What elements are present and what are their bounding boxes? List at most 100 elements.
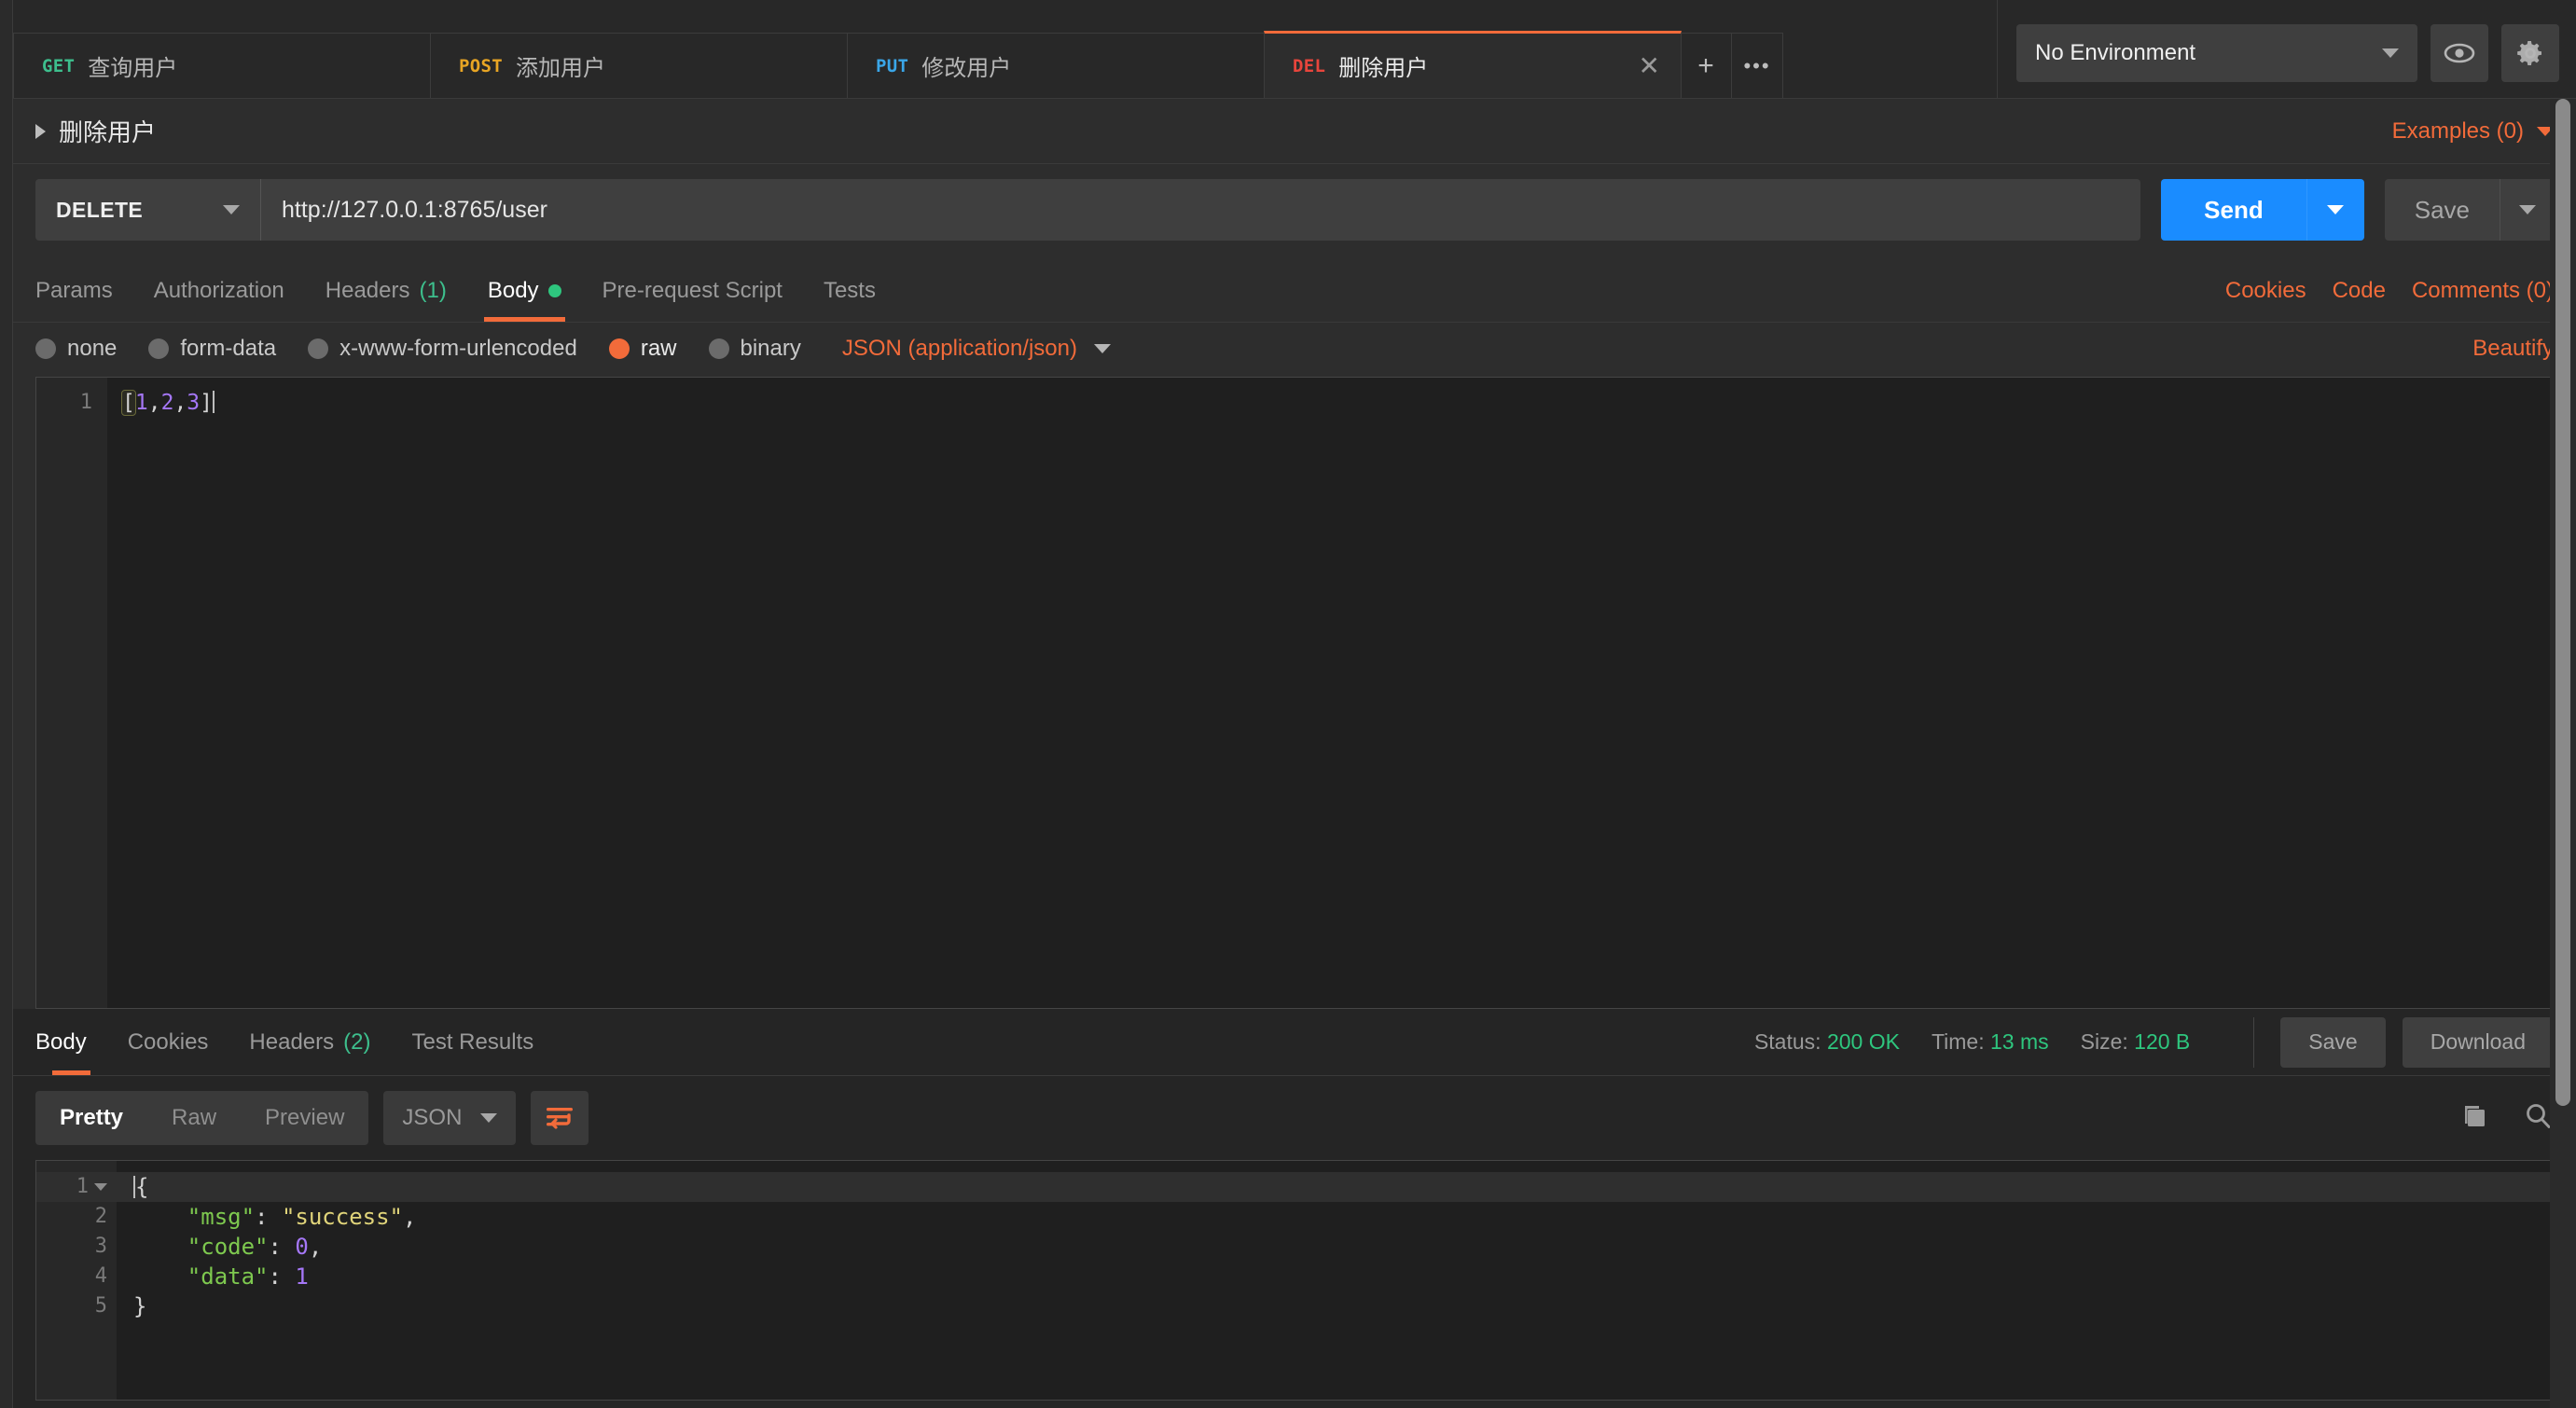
- tab-label: Authorization: [153, 277, 284, 303]
- tab-title: 修改用户: [921, 56, 1012, 81]
- request-tab-links: Cookies Code Comments (0): [2225, 259, 2554, 322]
- gear-icon[interactable]: [2501, 23, 2559, 82]
- size-value: 120 B: [2134, 1029, 2191, 1054]
- body-type-form-data[interactable]: form-data: [148, 336, 276, 362]
- vertical-scrollbar-thumb[interactable]: [2555, 99, 2570, 1106]
- environment-selector[interactable]: No Environment: [2016, 23, 2417, 82]
- cookies-link[interactable]: Cookies: [2225, 278, 2306, 304]
- body-type-urlencoded[interactable]: x-www-form-urlencoded: [308, 336, 577, 362]
- body-type-label: form-data: [180, 336, 277, 361]
- more-options-icon[interactable]: •••: [1731, 33, 1783, 98]
- json-key: "data": [187, 1263, 269, 1290]
- response-actions: Save Download: [2253, 1016, 2554, 1068]
- beautify-button[interactable]: Beautify: [2472, 336, 2554, 362]
- response-tab-cookies[interactable]: Cookies: [107, 1009, 229, 1075]
- tab-del-delete-user[interactable]: DEL 删除用户 ✕: [1264, 31, 1682, 98]
- tab-authorization[interactable]: Authorization: [133, 259, 305, 322]
- tab-headers[interactable]: Headers (1): [305, 259, 467, 322]
- examples-dropdown[interactable]: Examples (0): [2392, 118, 2554, 145]
- size-badge: Size: 120 B: [2081, 1029, 2191, 1055]
- save-options-icon[interactable]: [2500, 179, 2554, 241]
- radio-icon-selected: [608, 338, 630, 359]
- response-format-selector[interactable]: JSON: [383, 1091, 517, 1145]
- tab-put-modify-user[interactable]: PUT 修改用户: [847, 33, 1265, 98]
- request-body-editor[interactable]: 1 [1,2,3]: [35, 377, 2554, 1009]
- body-type-raw[interactable]: raw: [608, 336, 677, 362]
- collapsed-sidebar[interactable]: [0, 0, 13, 1408]
- save-request-button[interactable]: Save: [2384, 179, 2500, 241]
- comments-link[interactable]: Comments (0): [2412, 278, 2554, 304]
- tab-post-add-user[interactable]: POST 添加用户: [430, 33, 848, 98]
- body-type-binary[interactable]: binary: [708, 336, 801, 362]
- request-body-code[interactable]: [1,2,3]: [107, 378, 2553, 1008]
- format-label: JSON: [402, 1105, 463, 1130]
- body-type-none[interactable]: none: [35, 336, 117, 362]
- json-colon: :: [255, 1204, 282, 1230]
- time-label: Time:: [1931, 1029, 1985, 1054]
- new-tab-icon[interactable]: +: [1680, 33, 1732, 98]
- expand-chevron-icon[interactable]: [35, 123, 46, 139]
- json-number-value: 1: [295, 1263, 309, 1290]
- tab-label: Headers: [249, 1028, 335, 1055]
- tab-get-query-user[interactable]: GET 查询用户: [13, 33, 431, 98]
- json-number-value: 0: [295, 1234, 309, 1260]
- fold-icon[interactable]: [94, 1183, 107, 1191]
- tab-title: 删除用户: [1338, 56, 1429, 81]
- line-number: 1: [79, 391, 92, 414]
- tab-method-label: DEL: [1293, 55, 1326, 76]
- radio-icon: [148, 338, 170, 359]
- page-title: 删除用户: [59, 118, 157, 146]
- response-panel: Body Cookies Headers (2) Test Results St…: [13, 1009, 2576, 1401]
- line-number: 2: [94, 1205, 107, 1228]
- status-label: Status:: [1753, 1029, 1821, 1054]
- code-link[interactable]: Code: [2333, 278, 2386, 304]
- tab-count: (2): [343, 1028, 371, 1055]
- tab-params[interactable]: Params: [35, 259, 133, 322]
- view-pretty[interactable]: Pretty: [35, 1091, 147, 1145]
- response-section-tabs: Body Cookies Headers (2) Test Results St…: [13, 1009, 2576, 1076]
- json-key: "msg": [187, 1204, 256, 1230]
- tab-tests[interactable]: Tests: [803, 259, 896, 322]
- tab-body[interactable]: Body: [467, 259, 582, 322]
- tab-method-label: POST: [459, 55, 503, 76]
- close-icon[interactable]: ✕: [1622, 52, 1660, 79]
- request-body-editor-wrap: 1 [1,2,3]: [13, 377, 2576, 1009]
- request-section-tabs: Params Authorization Headers (1) Body Pr…: [13, 259, 2576, 323]
- view-raw[interactable]: Raw: [147, 1091, 241, 1145]
- save-response-button[interactable]: Save: [2280, 1016, 2386, 1068]
- send-options-icon[interactable]: [2306, 179, 2364, 241]
- line-number: 5: [94, 1294, 107, 1318]
- request-tab-bar: GET 查询用户 POST 添加用户 PUT 修改用户 DEL 删除用户 ✕ +: [13, 0, 2576, 99]
- json-comma: ,: [403, 1204, 417, 1230]
- json-comma: ,: [173, 391, 187, 415]
- tab-title: 添加用户: [515, 56, 605, 81]
- response-body-editor[interactable]: 1 2 3 4 5 {"msg": "success", "code": 0,…: [35, 1160, 2554, 1401]
- response-tab-test-results[interactable]: Test Results: [391, 1009, 554, 1075]
- http-method-selector[interactable]: DELETE: [35, 179, 261, 241]
- eye-icon[interactable]: [2431, 23, 2488, 82]
- tab-label: Body: [487, 277, 539, 303]
- copy-icon[interactable]: [2458, 1100, 2490, 1137]
- response-tab-body[interactable]: Body: [35, 1009, 107, 1075]
- json-line: "data": 1: [133, 1262, 2553, 1291]
- chevron-down-icon: [2382, 48, 2399, 58]
- json-brace-close: }: [133, 1293, 147, 1319]
- main-column: GET 查询用户 POST 添加用户 PUT 修改用户 DEL 删除用户 ✕ +: [13, 0, 2576, 1408]
- word-wrap-icon[interactable]: [531, 1091, 589, 1145]
- json-brace-open: {: [135, 1174, 149, 1200]
- json-key: "code": [187, 1234, 269, 1260]
- download-response-button[interactable]: Download: [2402, 1016, 2554, 1068]
- view-preview[interactable]: Preview: [241, 1091, 368, 1145]
- tab-pre-request-script[interactable]: Pre-request Script: [582, 259, 803, 322]
- search-icon[interactable]: [2522, 1100, 2554, 1137]
- response-tab-headers[interactable]: Headers (2): [229, 1009, 391, 1075]
- tab-label: Cookies: [127, 1028, 209, 1055]
- body-present-dot-icon: [547, 283, 561, 297]
- response-meta: Status: 200 OK Time: 13 ms Size: 120 B S…: [1754, 1009, 2554, 1075]
- content-type-selector[interactable]: JSON (application/json): [842, 336, 1111, 362]
- line-number-row: 3: [36, 1232, 117, 1262]
- status-badge: Status: 200 OK: [1754, 1029, 1900, 1055]
- url-input[interactable]: [261, 179, 2141, 241]
- send-button[interactable]: Send: [2161, 179, 2306, 241]
- json-line: "msg": "success",: [133, 1202, 2553, 1232]
